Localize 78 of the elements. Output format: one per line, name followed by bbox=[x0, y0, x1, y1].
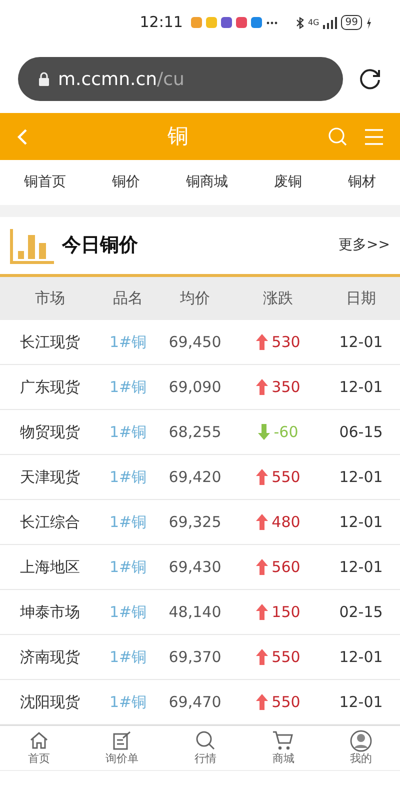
price-cell-text: 69,420 bbox=[168, 466, 222, 488]
change-cell-text: 530 bbox=[272, 332, 300, 353]
tab-bar-item[interactable]: 行情 bbox=[194, 730, 216, 766]
market-cell-text: 天津现货 bbox=[19, 466, 81, 488]
search-icon[interactable] bbox=[328, 126, 348, 146]
date-cell-text: 12-01 bbox=[338, 692, 384, 713]
market-cell-text: 长江综合 bbox=[19, 512, 81, 533]
more-notifications-icon bbox=[266, 20, 278, 24]
price-cell-text: 48,140 bbox=[168, 602, 222, 623]
market-cell-text: 济南现货 bbox=[19, 646, 81, 668]
change-cell-text: 550 bbox=[272, 692, 300, 713]
price-cell-text: 68,255 bbox=[168, 422, 222, 443]
battery-level: 99 bbox=[341, 15, 362, 30]
user-icon bbox=[350, 730, 372, 752]
date-cell-text: 12-01 bbox=[338, 466, 384, 488]
subnav-link[interactable]: 铜商城 bbox=[186, 172, 228, 193]
app-notification-icon bbox=[250, 17, 262, 28]
price-cell-text: 69,370 bbox=[168, 646, 222, 668]
url-text: m.ccmn.cn/cu bbox=[58, 68, 184, 92]
date-cell-text: 12-01 bbox=[338, 556, 384, 578]
date-cell-text: 02-15 bbox=[338, 602, 384, 623]
column-header: 市场 bbox=[34, 288, 66, 310]
cart-icon bbox=[272, 730, 294, 752]
market-cell-text: 长江现货 bbox=[19, 332, 81, 353]
tab-bar-item[interactable]: 询价单 bbox=[106, 730, 139, 766]
app-notification-icon bbox=[206, 17, 217, 28]
change-cell-text: 480 bbox=[272, 512, 300, 533]
clock-time: 12:11 bbox=[140, 12, 183, 34]
app-notification-icon bbox=[220, 17, 232, 28]
change-cell-text: 550 bbox=[272, 646, 300, 668]
subnav-link[interactable]: 废铜 bbox=[274, 172, 302, 193]
date-cell-text: 12-01 bbox=[338, 332, 384, 353]
date-cell-text: 12-01 bbox=[338, 376, 384, 398]
tab-bar-item[interactable]: 我的 bbox=[350, 730, 372, 766]
section-title: 今日铜价 bbox=[62, 233, 138, 258]
date-cell-text: 12-01 bbox=[338, 646, 384, 668]
price-cell-text: 69,450 bbox=[168, 332, 222, 353]
back-icon[interactable] bbox=[16, 128, 28, 146]
address-bar[interactable]: m.ccmn.cn/cu bbox=[18, 57, 343, 101]
search-icon bbox=[194, 730, 216, 752]
market-cell-text: 坤泰市场 bbox=[19, 602, 81, 623]
subnav-link[interactable]: 铜价 bbox=[112, 172, 140, 193]
market-cell-text: 广东现货 bbox=[19, 376, 81, 398]
market-cell-text: 上海地区 bbox=[19, 556, 81, 578]
app-notification-icon bbox=[236, 17, 247, 28]
change-cell-text: -60 bbox=[274, 422, 298, 443]
subnav-link[interactable]: 铜材 bbox=[348, 172, 376, 193]
tab-bar-item[interactable]: 首页 bbox=[28, 730, 50, 766]
market-cell-text: 物贸现货 bbox=[19, 422, 81, 443]
more-link[interactable]: 更多>> bbox=[338, 235, 390, 256]
date-cell-text: 06-15 bbox=[338, 422, 384, 443]
change-cell-text: 150 bbox=[272, 602, 300, 623]
column-header: 品名 bbox=[112, 288, 144, 310]
column-header: 涨跌 bbox=[262, 288, 294, 310]
change-cell-text: 560 bbox=[272, 556, 300, 578]
subnav-link[interactable]: 铜首页 bbox=[24, 172, 66, 193]
market-cell-text: 沈阳现货 bbox=[19, 692, 81, 713]
charging-icon bbox=[366, 16, 372, 28]
form-icon bbox=[111, 730, 134, 752]
signal-icon bbox=[323, 16, 338, 28]
price-cell-text: 69,430 bbox=[168, 556, 222, 578]
page-title: 铜 bbox=[168, 122, 188, 150]
app-notification-icon bbox=[190, 17, 202, 28]
lock-icon bbox=[38, 72, 50, 86]
tab-bar-item[interactable]: 商城 bbox=[272, 730, 294, 766]
bar-chart-icon bbox=[10, 226, 54, 264]
date-cell-text: 12-01 bbox=[338, 512, 384, 533]
column-header: 均价 bbox=[179, 288, 211, 310]
bluetooth-icon bbox=[296, 16, 304, 28]
column-header: 日期 bbox=[345, 288, 377, 310]
price-cell-text: 69,470 bbox=[168, 692, 222, 713]
reload-icon[interactable] bbox=[358, 67, 382, 91]
change-cell-text: 550 bbox=[272, 466, 300, 488]
change-cell-text: 350 bbox=[272, 376, 300, 398]
price-cell-text: 69,325 bbox=[168, 512, 222, 533]
price-cell-text: 69,090 bbox=[168, 376, 222, 398]
menu-icon[interactable] bbox=[364, 128, 384, 146]
network-type: 4G bbox=[308, 16, 320, 28]
